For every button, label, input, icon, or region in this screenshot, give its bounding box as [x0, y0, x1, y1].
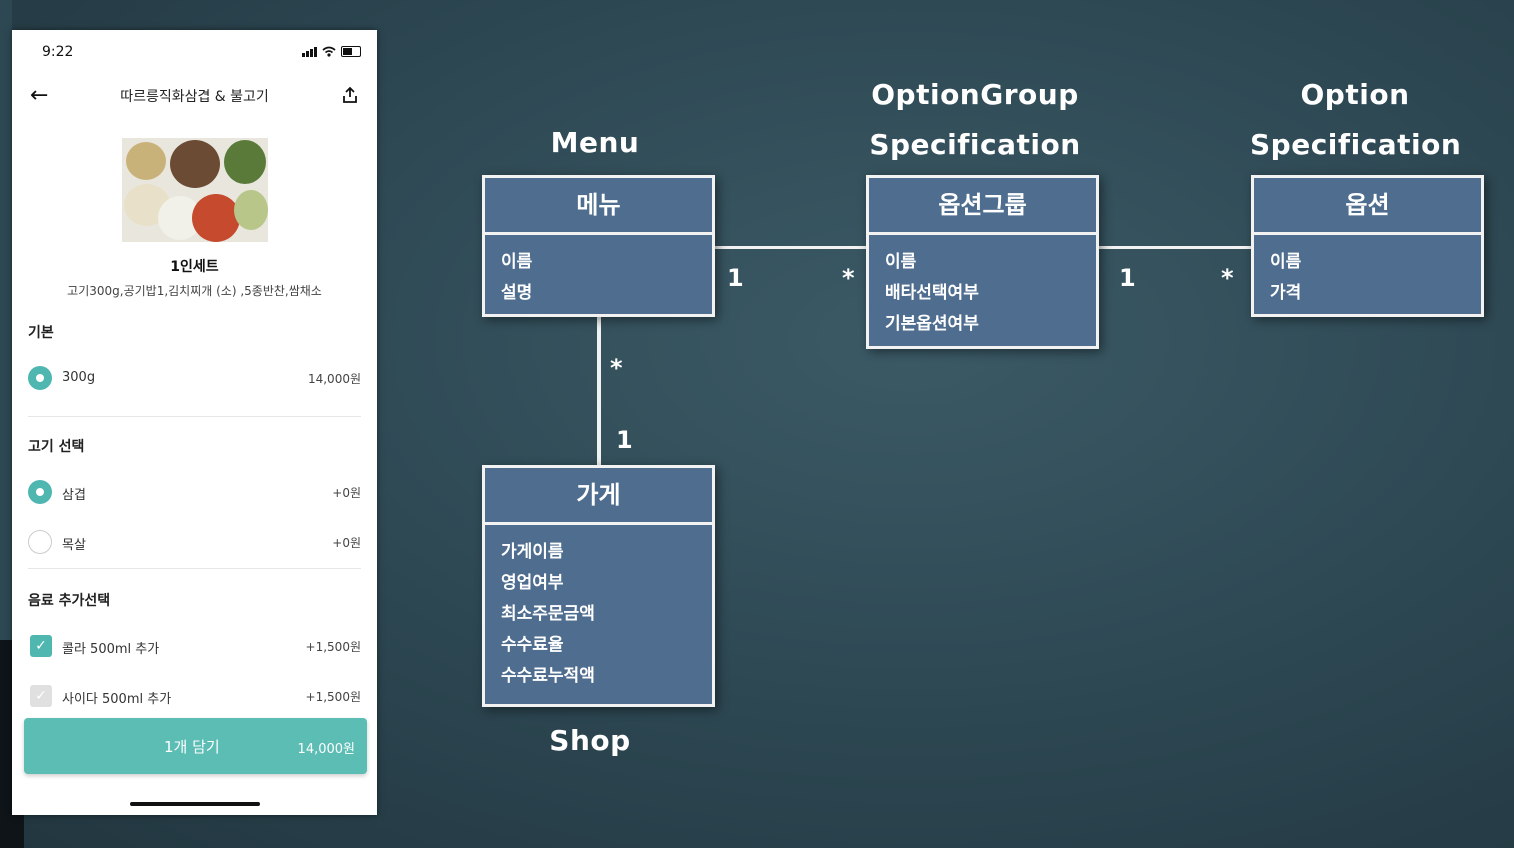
divider — [28, 568, 361, 569]
option-label: 300g — [62, 370, 96, 385]
class-attribute: 이름 — [501, 252, 533, 272]
option-label: 삼겹 — [62, 488, 86, 503]
checkbox-unchecked[interactable]: ✓ — [30, 685, 52, 707]
option-row[interactable]: ✓ 콜라 500ml 추가 +1,500원 — [28, 632, 361, 662]
battery-icon — [341, 46, 361, 57]
connector-optiongroup-option — [1097, 246, 1252, 249]
class-title: 가게 — [485, 468, 712, 525]
food-photo — [122, 138, 268, 242]
class-attributes: 이름 설명 — [485, 235, 712, 321]
class-attribute: 기본옵션여부 — [885, 314, 979, 334]
app-header: ← 따르릉직화삼겹 & 불고기 — [12, 82, 377, 112]
class-attributes: 이름 배타선택여부 기본옵션여부 — [869, 235, 1096, 352]
status-icons — [302, 46, 361, 57]
status-time: 9:22 — [42, 44, 74, 60]
heading-option: Option — [1300, 78, 1410, 111]
class-attribute: 최소주문금액 — [501, 604, 595, 624]
connector-menu-optiongroup — [713, 246, 866, 249]
heading-option-spec: Specification — [1250, 128, 1462, 161]
section-title-basic: 기본 — [28, 325, 54, 341]
option-price: 14,000원 — [307, 372, 361, 386]
class-box-optiongroup: 옵션그룹 이름 배타선택여부 기본옵션여부 — [866, 175, 1099, 349]
status-bar: 9:22 — [42, 44, 361, 62]
add-to-cart-button[interactable]: 1개 담기 14,000원 — [24, 718, 367, 774]
cart-button-price: 14,000원 — [297, 742, 355, 757]
class-attribute: 가격 — [1270, 283, 1302, 303]
class-attribute: 가게이름 — [501, 542, 564, 562]
multiplicity-label: 1 — [1119, 264, 1136, 292]
product-description: 고기300g,공기밥1,김치찌개 (소) ,5종반찬,쌈채소 — [67, 284, 322, 298]
class-box-shop: 가게 가게이름 영업여부 최소주문금액 수수료율 수수료누적액 — [482, 465, 715, 707]
class-attribute: 배타선택여부 — [885, 283, 979, 303]
option-label: 사이다 500ml 추가 — [62, 692, 172, 707]
option-label: 목살 — [62, 538, 86, 553]
option-price: +0원 — [332, 486, 361, 500]
heading-optiongroup: OptionGroup — [871, 78, 1079, 111]
option-row[interactable]: ✓ 사이다 500ml 추가 +1,500원 — [28, 682, 361, 712]
multiplicity-label: 1 — [727, 264, 744, 292]
connector-menu-shop — [597, 315, 601, 465]
multiplicity-label: * — [610, 354, 623, 382]
store-title: 따르릉직화삼겹 & 불고기 — [120, 89, 269, 105]
class-attributes: 이름 가격 — [1254, 235, 1481, 321]
heading-optiongroup-spec: Specification — [869, 128, 1081, 161]
heading-menu: Menu — [550, 126, 640, 159]
option-row[interactable]: 삼겹 +0원 — [28, 478, 361, 508]
option-price: +0원 — [332, 536, 361, 550]
class-title: 옵션그룹 — [869, 178, 1096, 235]
radio-unselected[interactable] — [28, 530, 52, 554]
class-attributes: 가게이름 영업여부 최소주문금액 수수료율 수수료누적액 — [485, 525, 712, 704]
cart-button-label: 1개 담기 — [164, 738, 220, 756]
class-attribute: 수수료누적액 — [501, 666, 595, 686]
class-box-option: 옵션 이름 가격 — [1251, 175, 1484, 317]
class-title: 메뉴 — [485, 178, 712, 235]
option-label: 콜라 500ml 추가 — [62, 642, 160, 657]
radio-selected[interactable] — [28, 366, 52, 390]
phone-screen: 9:22 ← 따르릉직화삼겹 & 불고기 1인세트 고기300g,공기밥1,김치… — [12, 30, 377, 815]
multiplicity-label: * — [1221, 264, 1234, 292]
class-box-menu: 메뉴 이름 설명 — [482, 175, 715, 317]
arrow-left-icon[interactable]: ← — [30, 82, 48, 110]
section-title-meat: 고기 선택 — [28, 439, 85, 455]
class-attribute: 이름 — [885, 252, 917, 272]
option-price: +1,500원 — [305, 690, 361, 704]
option-row[interactable]: 목살 +0원 — [28, 528, 361, 558]
divider — [28, 416, 361, 417]
home-indicator — [130, 802, 260, 806]
option-row[interactable]: 300g 14,000원 — [28, 364, 361, 394]
class-title: 옵션 — [1254, 178, 1481, 235]
wifi-icon — [322, 46, 336, 57]
checkbox-checked[interactable]: ✓ — [30, 635, 52, 657]
class-attribute: 수수료율 — [501, 635, 564, 655]
option-price: +1,500원 — [305, 640, 361, 654]
signal-icon — [302, 46, 317, 57]
radio-selected[interactable] — [28, 480, 52, 504]
class-attribute: 영업여부 — [501, 573, 564, 593]
multiplicity-label: 1 — [616, 426, 633, 454]
section-title-drink: 음료 추가선택 — [28, 593, 111, 609]
product-name: 1인세트 — [170, 259, 219, 275]
class-attribute: 이름 — [1270, 252, 1302, 272]
share-icon[interactable] — [341, 86, 359, 104]
multiplicity-label: * — [842, 264, 855, 292]
heading-shop: Shop — [549, 724, 631, 757]
class-attribute: 설명 — [501, 283, 533, 303]
